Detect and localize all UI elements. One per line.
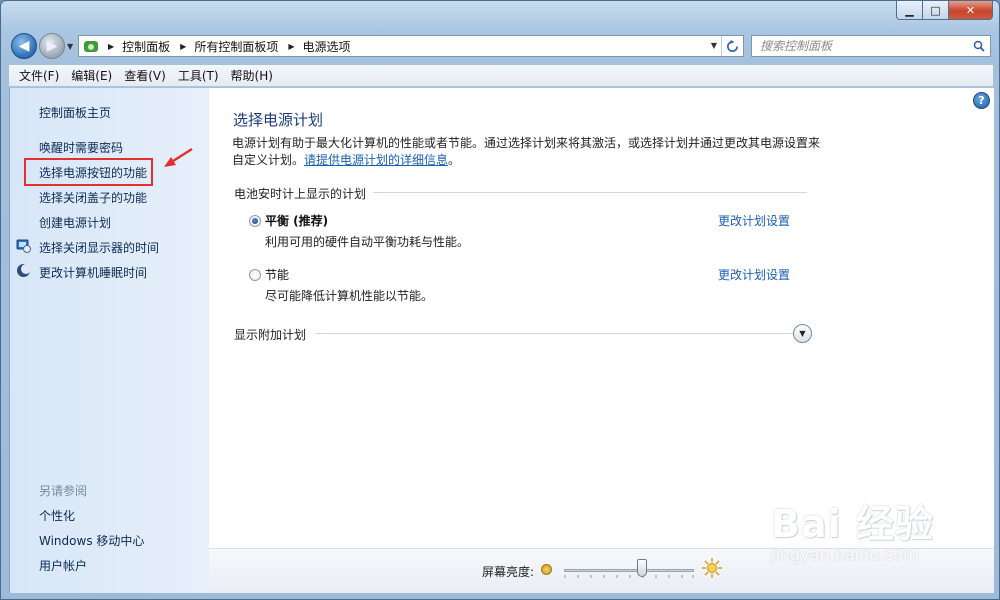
window-controls: ▁ □ ✕ <box>896 1 993 20</box>
plans-group-label: 电池安时计上显示的计划 <box>234 187 367 201</box>
expand-button[interactable]: ▼ <box>793 324 812 343</box>
refresh-icon <box>727 39 738 52</box>
sidebar-item-home[interactable]: 控制面板主页 <box>39 104 111 121</box>
menu-view[interactable]: 查看(V) <box>118 67 172 84</box>
sidebar-item-wake-password[interactable]: 唤醒时需要密码 <box>39 139 123 156</box>
baidu-watermark: Bai 经验 jingyan.baidu.com <box>771 493 986 588</box>
recent-pages-dropdown[interactable]: ▼ <box>67 42 73 51</box>
menu-help[interactable]: 帮助(H) <box>225 67 279 84</box>
back-arrow-icon: ◀ <box>18 38 30 54</box>
sidebar: 控制面板主页 唤醒时需要密码 选择电源按钮的功能 选择关闭盖子的功能 创建电源计… <box>10 88 209 593</box>
refresh-button[interactable] <box>721 36 743 56</box>
chevron-right-icon[interactable]: ▶ <box>288 42 294 51</box>
sidebar-item-mobility-center[interactable]: Windows 移动中心 <box>39 532 144 549</box>
brightness-slider-thumb[interactable] <box>637 559 647 577</box>
watermark-logo-text: Bai 经验 <box>771 502 934 546</box>
breadcrumb-control-panel[interactable]: 控制面板 <box>122 38 170 55</box>
search-icon[interactable] <box>973 40 985 52</box>
menu-edit[interactable]: 编辑(E) <box>65 67 118 84</box>
plan-name-balanced[interactable]: 平衡 (推荐) <box>265 212 328 229</box>
plan-radio-balanced[interactable] <box>249 215 261 227</box>
highlight-annotation-box <box>24 158 153 186</box>
plan-radio-power-saver[interactable] <box>249 269 261 281</box>
control-panel-window: ▁ □ ✕ ◀ ▶ ▼ ▶ 控制面板 ▶ 所有控制面板项 ▶ 电源选项 ▼ 文件… <box>0 0 1000 600</box>
search-box[interactable] <box>751 35 991 57</box>
change-plan-settings-link-balanced[interactable]: 更改计划设置 <box>718 212 790 229</box>
brightness-slider-track[interactable] <box>564 569 694 572</box>
plan-details-link[interactable]: 请提供电源计划的详细信息 <box>304 153 448 167</box>
chevron-down-icon: ▼ <box>799 329 806 338</box>
annotation-arrow-icon <box>164 147 193 167</box>
sidebar-item-user-accounts[interactable]: 用户帐户 <box>39 557 87 574</box>
back-button[interactable]: ◀ <box>11 33 37 59</box>
minimize-button[interactable]: ▁ <box>896 1 923 20</box>
address-bar[interactable]: ▶ 控制面板 ▶ 所有控制面板项 ▶ 电源选项 ▼ <box>78 35 744 57</box>
maximize-button[interactable]: □ <box>923 1 949 20</box>
display-shield-icon <box>16 239 31 253</box>
change-plan-settings-link-power-saver[interactable]: 更改计划设置 <box>718 266 790 283</box>
sidebar-item-sleep-time[interactable]: 更改计算机睡眠时间 <box>39 264 147 281</box>
control-panel-icon <box>83 39 100 54</box>
chevron-right-icon[interactable]: ▶ <box>180 42 186 51</box>
watermark-url: jingyan.baidu.com <box>771 545 919 564</box>
intro-end: 。 <box>448 153 461 167</box>
show-additional-plans-label[interactable]: 显示附加计划 <box>234 326 306 343</box>
dim-sun-icon <box>541 564 552 575</box>
chevron-down-icon[interactable]: ▼ <box>711 41 717 50</box>
bright-sun-icon <box>702 558 722 578</box>
page-title: 选择电源计划 <box>233 111 324 129</box>
forward-button[interactable]: ▶ <box>39 33 65 59</box>
plan-desc-power-saver: 尽可能降低计算机性能以节能。 <box>265 289 434 303</box>
intro-text: 电源计划有助于最大化计算机的性能或者节能。通过选择计划来将其激活，或选择计划并通… <box>232 135 822 169</box>
group-divider <box>373 192 807 193</box>
chevron-right-icon[interactable]: ▶ <box>108 42 114 51</box>
see-also-header: 另请参阅 <box>39 484 88 498</box>
breadcrumb-all-items[interactable]: 所有控制面板项 <box>194 38 278 55</box>
menu-file[interactable]: 文件(F) <box>13 67 65 84</box>
slider-ticks <box>564 575 694 578</box>
forward-arrow-icon: ▶ <box>46 38 58 54</box>
menu-bar: 文件(F) 编辑(E) 查看(V) 工具(T) 帮助(H) <box>9 65 993 87</box>
sidebar-item-lid-close[interactable]: 选择关闭盖子的功能 <box>39 189 147 206</box>
sidebar-item-personalization[interactable]: 个性化 <box>39 507 75 524</box>
sidebar-item-display-off[interactable]: 选择关闭显示器的时间 <box>39 239 159 256</box>
menu-tools[interactable]: 工具(T) <box>172 67 225 84</box>
help-icon[interactable]: ? <box>973 92 990 109</box>
sleep-moon-icon <box>17 264 31 277</box>
close-button[interactable]: ✕ <box>949 1 993 20</box>
plan-desc-balanced: 利用可用的硬件自动平衡功耗与性能。 <box>265 235 470 249</box>
breadcrumb-power-options[interactable]: 电源选项 <box>303 38 351 55</box>
sidebar-item-create-plan[interactable]: 创建电源计划 <box>39 214 111 231</box>
plan-name-power-saver[interactable]: 节能 <box>265 266 289 283</box>
search-input[interactable] <box>760 39 960 53</box>
brightness-label: 屏幕亮度: <box>482 565 535 579</box>
extra-divider <box>315 333 793 334</box>
